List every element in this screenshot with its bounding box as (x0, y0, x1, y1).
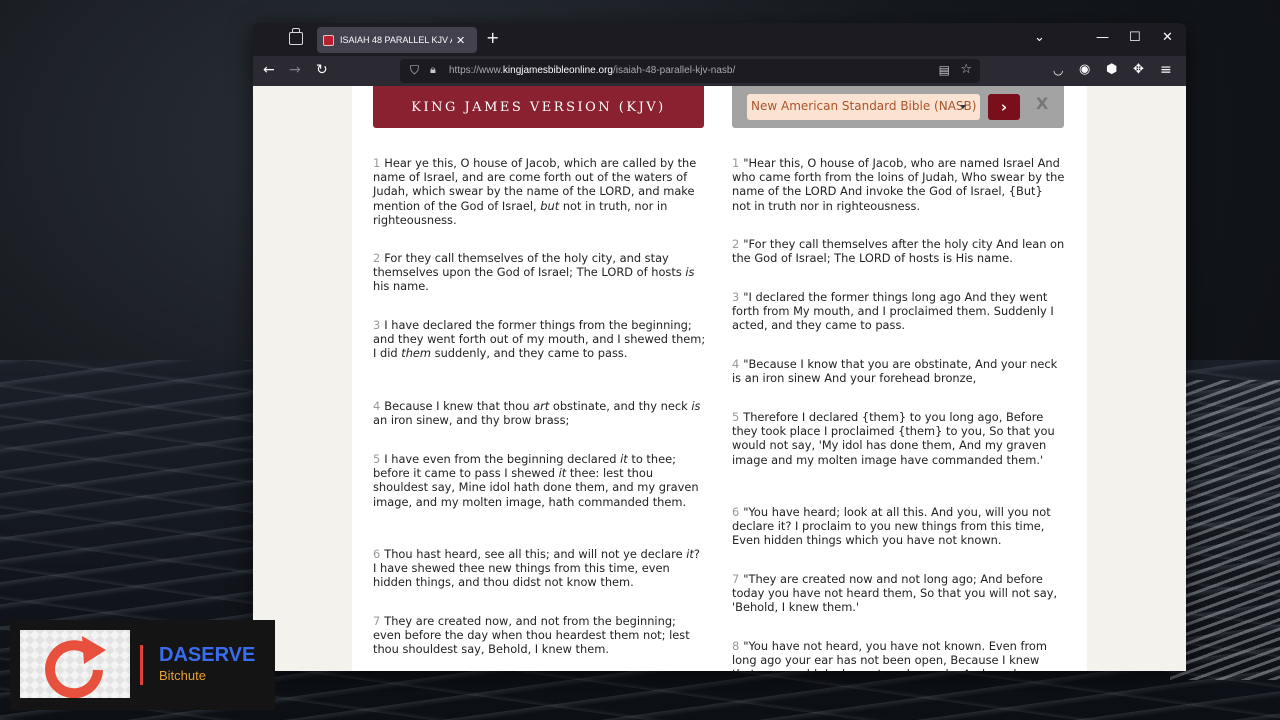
page-viewport: KING JAMES VERSION (KJV) New American St… (253, 86, 1186, 671)
nasb-verse-3: 3 "I declared the former things long ago … (732, 290, 1054, 333)
tab-list-icon[interactable] (289, 28, 303, 45)
pocket-icon[interactable]: ◡ (1053, 62, 1063, 78)
channel-divider (140, 645, 143, 685)
wave-foam (1170, 380, 1280, 680)
nasb-verse-6: 6 "You have heard; look at all this. And … (732, 505, 1051, 548)
caret-down-icon (960, 105, 966, 109)
chevron-down-icon[interactable]: ⌄ (1034, 30, 1045, 45)
lock-icon[interactable]: 🔒︎ (430, 63, 436, 77)
back-icon[interactable]: ← (263, 62, 275, 78)
tab-title: ISAIAH 48 PARALLEL KJV AND NASB (340, 35, 452, 45)
kjv-verse-5: 5I have even from the beginning declared… (373, 452, 699, 509)
plus-icon[interactable]: + (486, 28, 499, 47)
nasb-verse-2: 2 "For they call themselves after the hol… (732, 237, 1065, 266)
forward-icon[interactable]: → (289, 62, 301, 78)
menu-icon[interactable]: ≡ (1160, 62, 1172, 78)
kjv-header: KING JAMES VERSION (KJV) (373, 86, 704, 128)
go-button[interactable]: › (988, 94, 1020, 120)
extension-icon[interactable]: ⬢ (1106, 62, 1117, 78)
version-select-value: New American Standard Bible (NASB) (751, 99, 977, 113)
nav-bar: ← → ↻ ⛉ 🔒︎ https://www.kingjamesbibleonl… (253, 56, 1186, 86)
account-icon[interactable]: ◉ (1079, 62, 1090, 78)
url-bar[interactable]: ⛉ 🔒︎ https://www.kingjamesbibleonline.or… (400, 59, 980, 83)
kjv-verse-6: 6 Thou hast heard, see all this; and will… (373, 547, 700, 590)
parallel-content: KING JAMES VERSION (KJV) New American St… (352, 86, 1087, 671)
tab-isaiah-48[interactable]: ISAIAH 48 PARALLEL KJV AND NASB ✕ (317, 27, 477, 53)
reload-icon[interactable]: ↻ (316, 62, 328, 78)
browser-window: ISAIAH 48 PARALLEL KJV AND NASB ✕ + ⌄ — … (253, 23, 1186, 671)
channel-name: DASERVE (159, 644, 256, 666)
minimize-icon[interactable]: — (1096, 30, 1109, 45)
channel-watermark: DASERVE Bitchute (10, 620, 275, 710)
kjv-verse-7: 7 They are created now, and not from the … (373, 614, 690, 657)
channel-platform: Bitchute (159, 668, 206, 683)
nasb-verse-4: 4 "Because I know that you are obstinate,… (732, 357, 1058, 386)
close-column-button[interactable]: X (1036, 94, 1048, 113)
kjv-verse-2: 2 For they call themselves of the holy ci… (373, 251, 695, 294)
channel-logo (20, 630, 130, 699)
nasb-verse-1: 1 "Hear this, O house of Jacob, who are n… (732, 156, 1065, 213)
chevron-right-icon: › (1000, 98, 1008, 116)
refresh-logo-icon (45, 636, 106, 699)
url-text[interactable]: https://www.kingjamesbibleonline.org/isa… (449, 65, 735, 76)
nasb-header: New American Standard Bible (NASB) › X (732, 86, 1064, 128)
reader-icon[interactable]: ▤ (939, 63, 950, 77)
nasb-verse-8: 8 "You have not heard, you have not known… (732, 639, 1047, 671)
shield-icon[interactable]: ⛉ (410, 63, 419, 78)
nasb-verse-5: 5 Therefore I declared {them} to you long… (732, 410, 1055, 467)
favicon-icon (323, 34, 334, 46)
kjv-verse-1: 1 Hear ye this, O house of Jacob, which a… (373, 156, 697, 227)
window-close-icon[interactable]: ✕ (1162, 30, 1173, 45)
puzzle-icon[interactable]: ✥ (1133, 62, 1144, 78)
kjv-verse-3: 3I have declared the former things from … (373, 318, 706, 361)
maximize-icon[interactable]: ☐ (1129, 30, 1141, 45)
kjv-verse-4: 4 Because I knew that thou art obstinate,… (373, 399, 701, 428)
star-icon[interactable]: ☆ (960, 62, 972, 77)
title-bar: ISAIAH 48 PARALLEL KJV AND NASB ✕ + ⌄ — … (253, 23, 1186, 56)
version-select[interactable]: New American Standard Bible (NASB) (747, 94, 980, 120)
nasb-verse-7: 7 "They are created now and not long ago;… (732, 572, 1058, 615)
close-icon[interactable]: ✕ (456, 34, 465, 47)
